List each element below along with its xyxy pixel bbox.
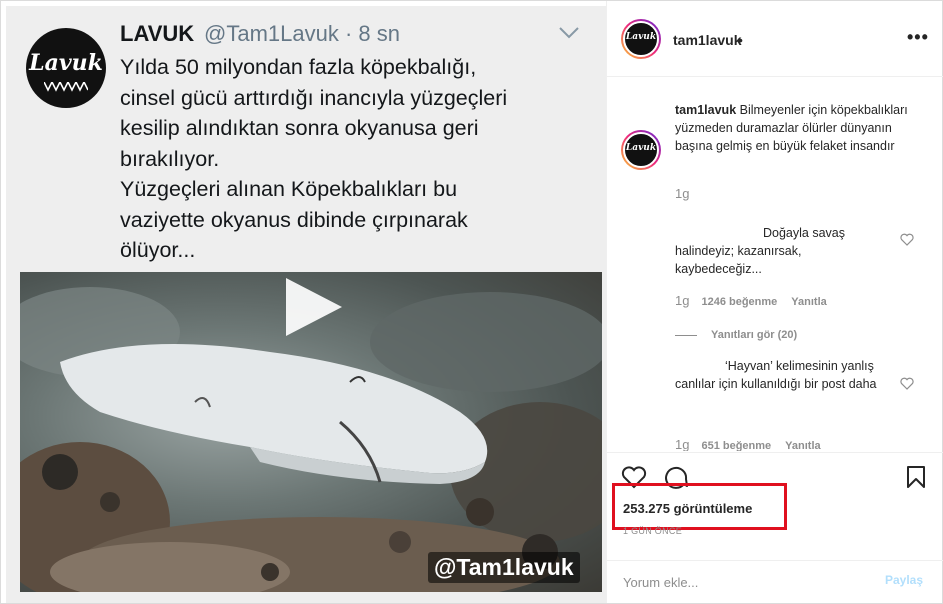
reply-button[interactable]: Yanıtla: [785, 440, 820, 451]
comment-text: ‘Hayvan’ kelimesinin yanlış canlılar içi…: [675, 359, 877, 391]
caption-avatar-logo: Lavuk: [625, 143, 657, 153]
header-avatar-logo: Lavuk: [625, 32, 657, 42]
comment-time: 1g: [675, 437, 690, 451]
comment-meta: 1g 651 beğenme Yanıtla: [675, 437, 821, 451]
post-comment-button[interactable]: Paylaş: [885, 573, 923, 587]
view-replies-button[interactable]: Yanıtları gör (20): [675, 329, 797, 341]
caption-avatar[interactable]: Lavuk: [621, 130, 661, 170]
teeth-icon: [44, 82, 88, 92]
tweet-text-body: Yılda 50 milyondan fazla köpekbalığı, ci…: [120, 55, 508, 262]
tweet-text: Yılda 50 milyondan fazla köpekbalığı, ci…: [120, 52, 600, 266]
tweet-avatar-logo: Lavuk: [29, 50, 103, 76]
comment-text: Doğayla savaş halindeyiz; kazanırsak, ka…: [675, 226, 845, 276]
comments-section: Lavuk tam1lavuk Bilmeyenler için köpekba…: [607, 78, 943, 451]
post-details-panel: Lavuk tam1lavuk • ••• Lavuk tam1lavuk Bi…: [606, 1, 943, 603]
instagram-post-window: Lavuk LAVUK @Tam1Lavuk · 8 sn Yılda 50 m…: [0, 0, 943, 604]
post-time-ago: 1 GÜN ÖNCE: [623, 526, 683, 536]
header-username[interactable]: tam1lavuk: [673, 32, 741, 48]
header-avatar-image: Lavuk: [623, 21, 659, 57]
view-replies-label[interactable]: Yanıtları gör (20): [711, 329, 797, 341]
bookmark-icon[interactable]: [903, 465, 929, 489]
post-media[interactable]: Lavuk LAVUK @Tam1Lavuk · 8 sn Yılda 50 m…: [6, 6, 606, 603]
caption-username[interactable]: tam1lavuk: [675, 103, 736, 117]
comment-item: ‘Hayvan’ kelimesinin yanlış canlılar içi…: [675, 357, 890, 393]
comment-time: 1g: [675, 293, 690, 308]
play-icon[interactable]: [278, 274, 348, 340]
header-avatar[interactable]: Lavuk: [621, 19, 661, 59]
caption-time: 1g: [675, 186, 690, 201]
reply-button[interactable]: Yanıtla: [791, 296, 826, 308]
like-comment-heart-icon[interactable]: [900, 377, 914, 390]
post-actions: 253.275 görüntüleme 1 GÜN ÖNCE: [607, 452, 943, 560]
highlight-box: [612, 483, 787, 530]
video-thumbnail[interactable]: @Tam1lavuk: [20, 272, 602, 592]
comment-item: Doğayla savaş halindeyiz; kazanırsak, ka…: [675, 224, 885, 278]
comment-meta: 1g 1246 beğenme Yanıtla: [675, 293, 827, 308]
comment-likes[interactable]: 651 beğenme: [701, 440, 771, 451]
tweet-author-name: LAVUK: [120, 21, 195, 46]
add-comment-bar: Paylaş: [607, 560, 943, 603]
tweet-avatar: Lavuk: [26, 28, 106, 108]
video-watermark: @Tam1lavuk: [428, 552, 580, 583]
more-options-icon[interactable]: •••: [907, 27, 929, 48]
caption-avatar-image: Lavuk: [623, 132, 659, 168]
replies-divider: [675, 334, 697, 336]
tweet-handle-time: @Tam1Lavuk · 8 sn: [204, 21, 400, 46]
comment-likes[interactable]: 1246 beğenme: [701, 296, 777, 308]
chevron-down-icon: [559, 27, 579, 39]
caption: tam1lavuk Bilmeyenler için köpekbalıklar…: [675, 101, 915, 155]
like-comment-heart-icon[interactable]: [900, 233, 914, 246]
add-comment-input[interactable]: [623, 571, 863, 593]
post-header: Lavuk tam1lavuk • •••: [607, 1, 943, 77]
header-dot-separator: •: [738, 32, 743, 48]
